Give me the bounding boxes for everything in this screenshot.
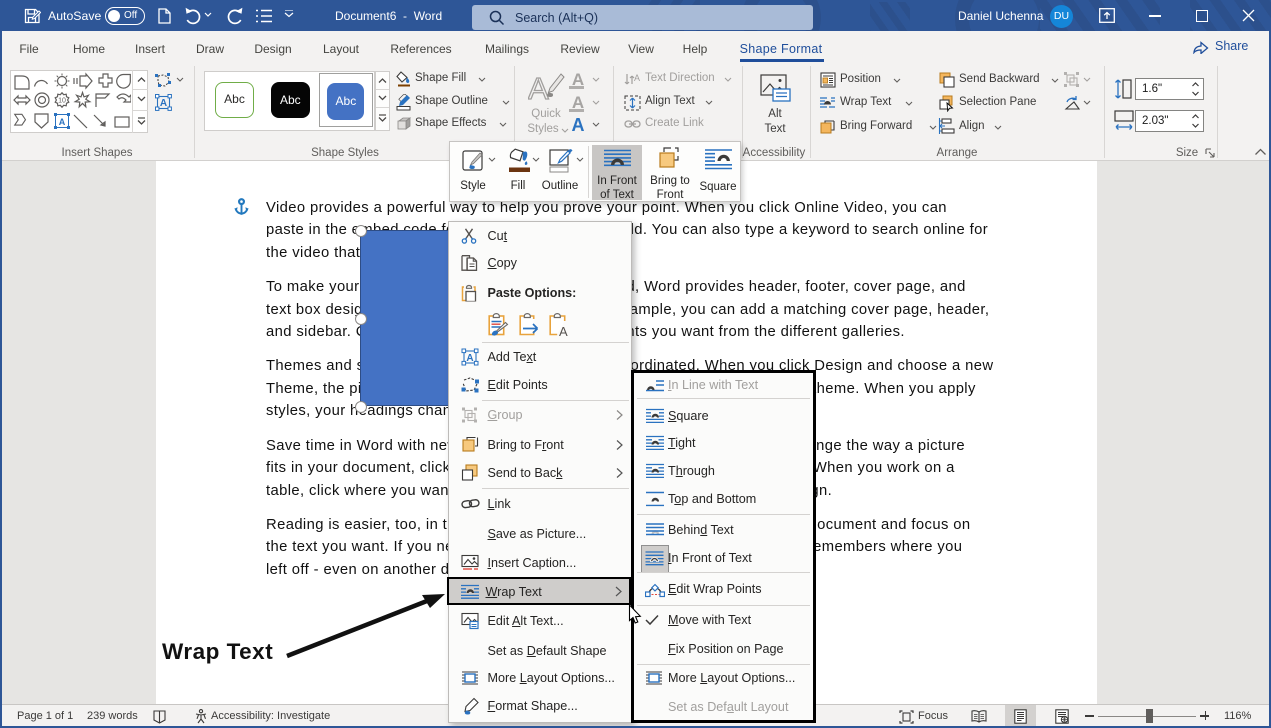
svg-text:A: A	[634, 73, 640, 83]
svg-text:A: A	[59, 117, 66, 127]
svg-text:A: A	[160, 98, 167, 109]
svg-text:A: A	[528, 71, 549, 105]
svg-text:10: 10	[58, 98, 66, 105]
svg-text:A: A	[559, 324, 568, 337]
svg-text:A: A	[466, 353, 473, 364]
